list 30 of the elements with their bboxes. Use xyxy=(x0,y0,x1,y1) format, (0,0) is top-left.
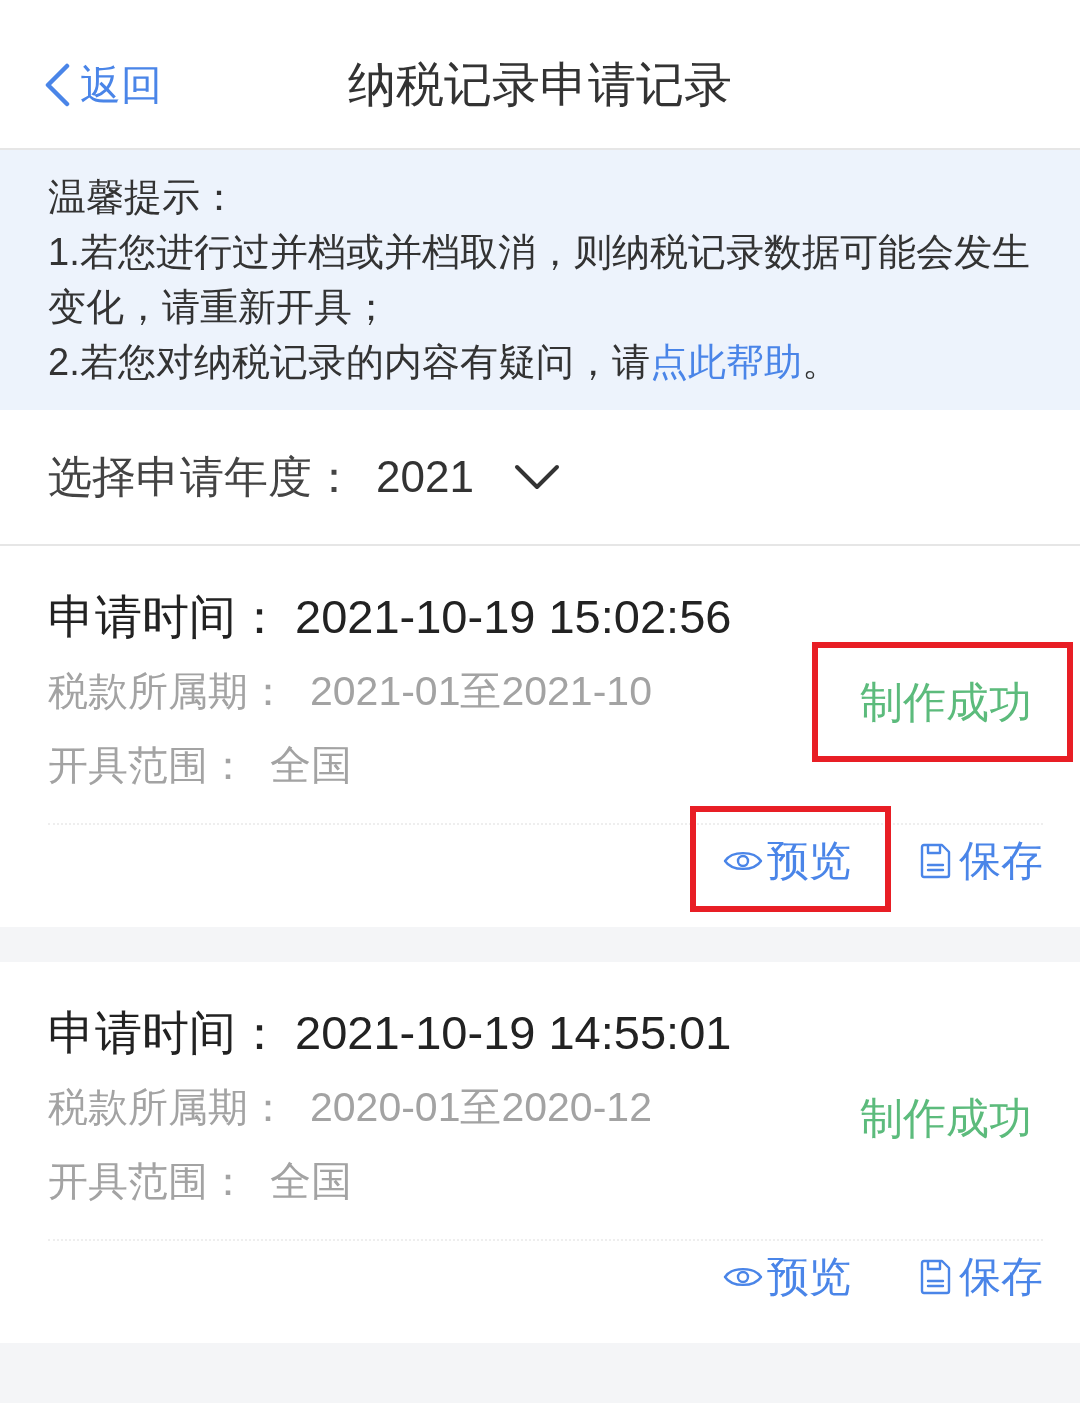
save-button[interactable]: 保存 xyxy=(919,836,1043,886)
time-label: 申请时间： xyxy=(48,589,283,645)
notice-title: 温馨提示： xyxy=(48,175,238,220)
field-label: 税款所属期： xyxy=(48,1084,288,1131)
status-text: 制作成功 xyxy=(860,677,1032,728)
preview-button[interactable]: 预览 xyxy=(723,836,851,886)
field-label: 税款所属期： xyxy=(48,668,288,715)
time-value: 2021-10-19 14:55:01 xyxy=(295,1005,732,1061)
chevron-left-icon xyxy=(44,63,70,107)
save-icon xyxy=(919,843,951,879)
save-icon xyxy=(919,1259,951,1295)
notice-text: 1.若您进行过并档或并档取消，则纳税记录数据可能会发生变化，请重新开具； xyxy=(48,230,1031,330)
status-text: 制作成功 xyxy=(860,1093,1032,1144)
chevron-down-icon xyxy=(513,464,560,490)
field-value: 2021-01至2021-10 xyxy=(310,667,652,716)
field-label: 开具范围： xyxy=(48,1158,248,1205)
help-link[interactable]: 点此帮助 xyxy=(649,341,802,383)
field-value: 全国 xyxy=(270,741,352,790)
year-label: 选择申请年度： xyxy=(48,451,356,503)
field-label: 开具范围： xyxy=(48,742,248,789)
time-value: 2021-10-19 15:02:56 xyxy=(295,589,732,645)
back-button[interactable]: 返回 xyxy=(44,60,162,110)
preview-button[interactable]: 预览 xyxy=(723,1252,851,1302)
notice-text: 2.若您对纳税记录的内容有疑问，请点此帮助。 xyxy=(48,340,841,385)
field-value: 2020-01至2020-12 xyxy=(310,1083,652,1132)
save-button[interactable]: 保存 xyxy=(919,1252,1043,1302)
year-select[interactable]: 2021 xyxy=(376,449,560,505)
field-value: 全国 xyxy=(270,1157,352,1206)
page-title: 纳税记录申请记录 xyxy=(348,57,732,113)
time-label: 申请时间： xyxy=(48,1005,283,1061)
